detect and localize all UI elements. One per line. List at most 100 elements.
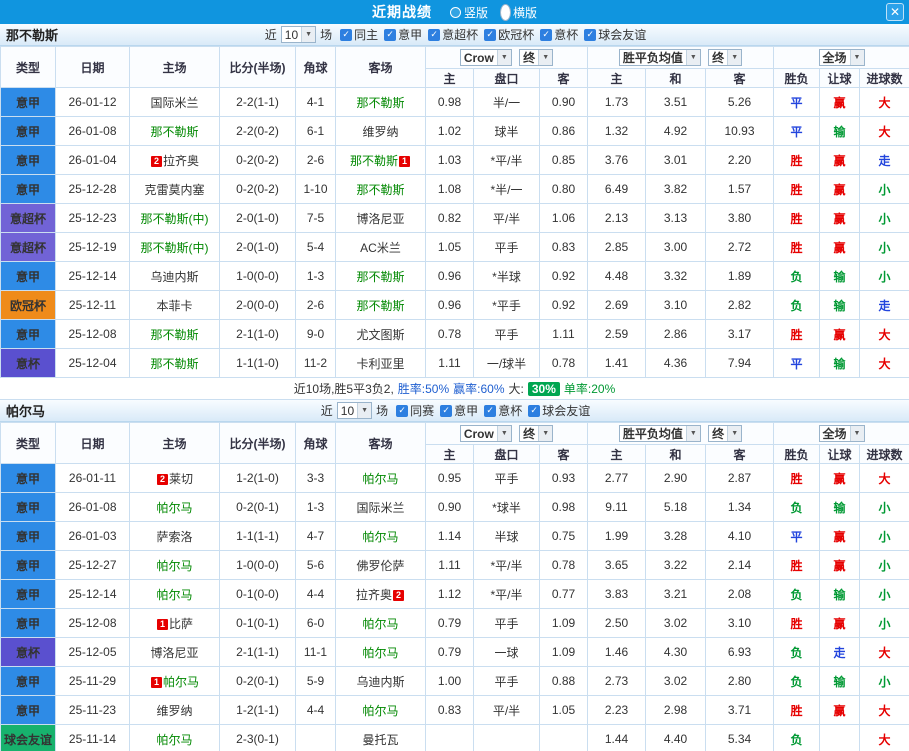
result-handicap: 输 xyxy=(819,666,861,696)
away-team-link[interactable]: 维罗纳 xyxy=(362,125,398,139)
home-team-link[interactable]: 拉齐奥 xyxy=(163,154,199,168)
handicap-final-select[interactable]: 终 xyxy=(519,48,554,66)
match-type-badge: 意超杯 xyxy=(0,232,56,262)
home-team-link[interactable]: 国际米兰 xyxy=(150,96,198,110)
away-team-link[interactable]: 那不勒斯 xyxy=(356,299,404,313)
result-handicap xyxy=(819,724,861,751)
home-team-link[interactable]: 那不勒斯 xyxy=(150,357,198,371)
home-team-link[interactable]: 帕尔马 xyxy=(156,501,192,515)
away-team-link[interactable]: 帕尔马 xyxy=(362,704,398,718)
horizontal-layout-radio[interactable]: 横版 xyxy=(498,3,537,21)
away-team-link[interactable]: 那不勒斯 xyxy=(356,96,404,110)
away-team-link-cell: 曼托瓦 xyxy=(335,724,426,751)
home-team-link[interactable]: 那不勒斯(中) xyxy=(141,241,209,255)
radio-label: 竖版 xyxy=(463,5,488,20)
filter-checkbox[interactable]: 同赛 xyxy=(396,402,434,419)
home-team-link[interactable]: 博洛尼亚 xyxy=(150,646,198,660)
home-team-link[interactable]: 那不勒斯 xyxy=(150,125,198,139)
away-team-link[interactable]: 帕尔马 xyxy=(362,617,398,631)
home-team-link[interactable]: 那不勒斯(中) xyxy=(141,212,209,226)
checkbox-icon[interactable] xyxy=(484,28,497,41)
home-team-link[interactable]: 本菲卡 xyxy=(156,299,192,313)
home-team-link[interactable]: 比萨 xyxy=(169,617,193,631)
home-team-link[interactable]: 那不勒斯 xyxy=(150,328,198,342)
filter-checkbox[interactable]: 意杯 xyxy=(540,26,578,43)
checkbox-icon[interactable] xyxy=(528,404,541,417)
odds-home-win: 2.69 xyxy=(587,290,646,320)
radio-icon[interactable] xyxy=(500,3,511,21)
filter-checkbox[interactable]: 欧冠杯 xyxy=(484,26,534,43)
handicap-home-odds: 0.96 xyxy=(425,290,474,320)
checkbox-icon[interactable] xyxy=(540,28,553,41)
odds-final-select[interactable]: 终 xyxy=(708,425,743,442)
checkbox-icon[interactable] xyxy=(440,404,453,417)
home-team-link[interactable]: 莱切 xyxy=(169,472,193,486)
away-team-link[interactable]: 乌迪内斯 xyxy=(356,675,404,689)
recent-count-select[interactable]: 10 xyxy=(336,402,373,419)
filter-checkbox[interactable]: 意甲 xyxy=(440,402,478,419)
odds-type-select[interactable]: 胜平负均值 xyxy=(618,49,701,66)
away-team-link[interactable]: 帕尔马 xyxy=(362,472,398,486)
checkbox-icon[interactable] xyxy=(428,28,441,41)
result-win-draw-loss: 胜 xyxy=(773,232,821,262)
away-team-link-cell: 那不勒斯 xyxy=(335,87,426,117)
scope-select[interactable]: 全场 xyxy=(818,49,865,66)
col-score: 比分(半场) xyxy=(219,46,296,88)
away-team-link[interactable]: 卡利亚里 xyxy=(356,357,404,371)
odds-type-select[interactable]: 胜平负均值 xyxy=(618,425,701,442)
result-handicap: 走 xyxy=(819,637,861,667)
away-team-link[interactable]: 那不勒斯 xyxy=(350,154,398,168)
handicap-final-select[interactable]: 终 xyxy=(519,424,554,442)
recent-count-select[interactable]: 10 xyxy=(280,26,317,43)
away-team-link[interactable]: 拉齐奥 xyxy=(356,588,392,602)
away-team-link[interactable]: AC米兰 xyxy=(360,241,401,255)
home-team-link[interactable]: 乌迪内斯 xyxy=(150,270,198,284)
away-team-link[interactable]: 那不勒斯 xyxy=(356,270,404,284)
checkbox-icon[interactable] xyxy=(484,404,497,417)
filter-checkbox[interactable]: 意超杯 xyxy=(428,26,478,43)
vertical-layout-radio[interactable]: 竖版 xyxy=(449,4,488,21)
result-handicap: 赢 xyxy=(819,550,861,580)
filter-checkbox[interactable]: 意杯 xyxy=(484,402,522,419)
away-team-link[interactable]: 国际米兰 xyxy=(356,501,404,515)
filter-checkbox[interactable]: 同主 xyxy=(340,26,378,43)
away-team-link-cell: 那不勒斯 xyxy=(335,290,426,320)
away-team-link[interactable]: 佛罗伦萨 xyxy=(356,559,404,573)
home-team-link[interactable]: 帕尔马 xyxy=(156,733,192,747)
checkbox-icon[interactable] xyxy=(584,28,597,41)
scope-select[interactable]: 全场 xyxy=(818,425,865,442)
away-team-link[interactable]: 帕尔马 xyxy=(362,646,398,660)
radio-icon[interactable] xyxy=(449,6,461,18)
home-team-link[interactable]: 萨索洛 xyxy=(156,530,192,544)
away-team-link[interactable]: 帕尔马 xyxy=(362,530,398,544)
handicap-home-odds: 0.98 xyxy=(425,87,474,117)
home-team-link[interactable]: 帕尔马 xyxy=(163,675,199,689)
summary-segment: 近10场,胜5平3负2, xyxy=(293,382,394,396)
away-team-link[interactable]: 那不勒斯 xyxy=(356,183,404,197)
select-value: 胜平负均值 xyxy=(622,427,683,441)
corner-score: 4-1 xyxy=(295,87,336,117)
checkbox-icon[interactable] xyxy=(396,404,409,417)
bookmaker-select[interactable]: Crow xyxy=(459,49,512,67)
odds-away-win: 7.94 xyxy=(704,348,775,378)
filter-checkbox[interactable]: 意甲 xyxy=(384,26,422,43)
filter-checkbox[interactable]: 球会友谊 xyxy=(584,26,646,43)
checkbox-icon[interactable] xyxy=(384,28,397,41)
handicap-away-odds: 0.78 xyxy=(539,348,588,378)
checkbox-label: 同主 xyxy=(354,28,379,42)
away-team-link[interactable]: 曼托瓦 xyxy=(362,733,398,747)
bookmaker-select[interactable]: Crow xyxy=(459,425,512,443)
odds-final-select[interactable]: 终 xyxy=(708,49,743,66)
home-team-link[interactable]: 帕尔马 xyxy=(156,559,192,573)
subcol-handicap-line: 盘口 xyxy=(473,68,540,88)
odds-home-win: 1.41 xyxy=(587,348,646,378)
home-team-link[interactable]: 维罗纳 xyxy=(156,704,192,718)
checkbox-icon[interactable] xyxy=(340,28,353,41)
home-team-link[interactable]: 克雷莫内塞 xyxy=(144,183,204,197)
home-team-link[interactable]: 帕尔马 xyxy=(156,588,192,602)
filter-checkbox[interactable]: 球会友谊 xyxy=(528,402,590,419)
away-team-link-cell: 那不勒斯 xyxy=(335,174,426,204)
away-team-link[interactable]: 博洛尼亚 xyxy=(356,212,404,226)
close-button[interactable]: ✕ xyxy=(886,3,904,21)
away-team-link[interactable]: 尤文图斯 xyxy=(356,328,404,342)
